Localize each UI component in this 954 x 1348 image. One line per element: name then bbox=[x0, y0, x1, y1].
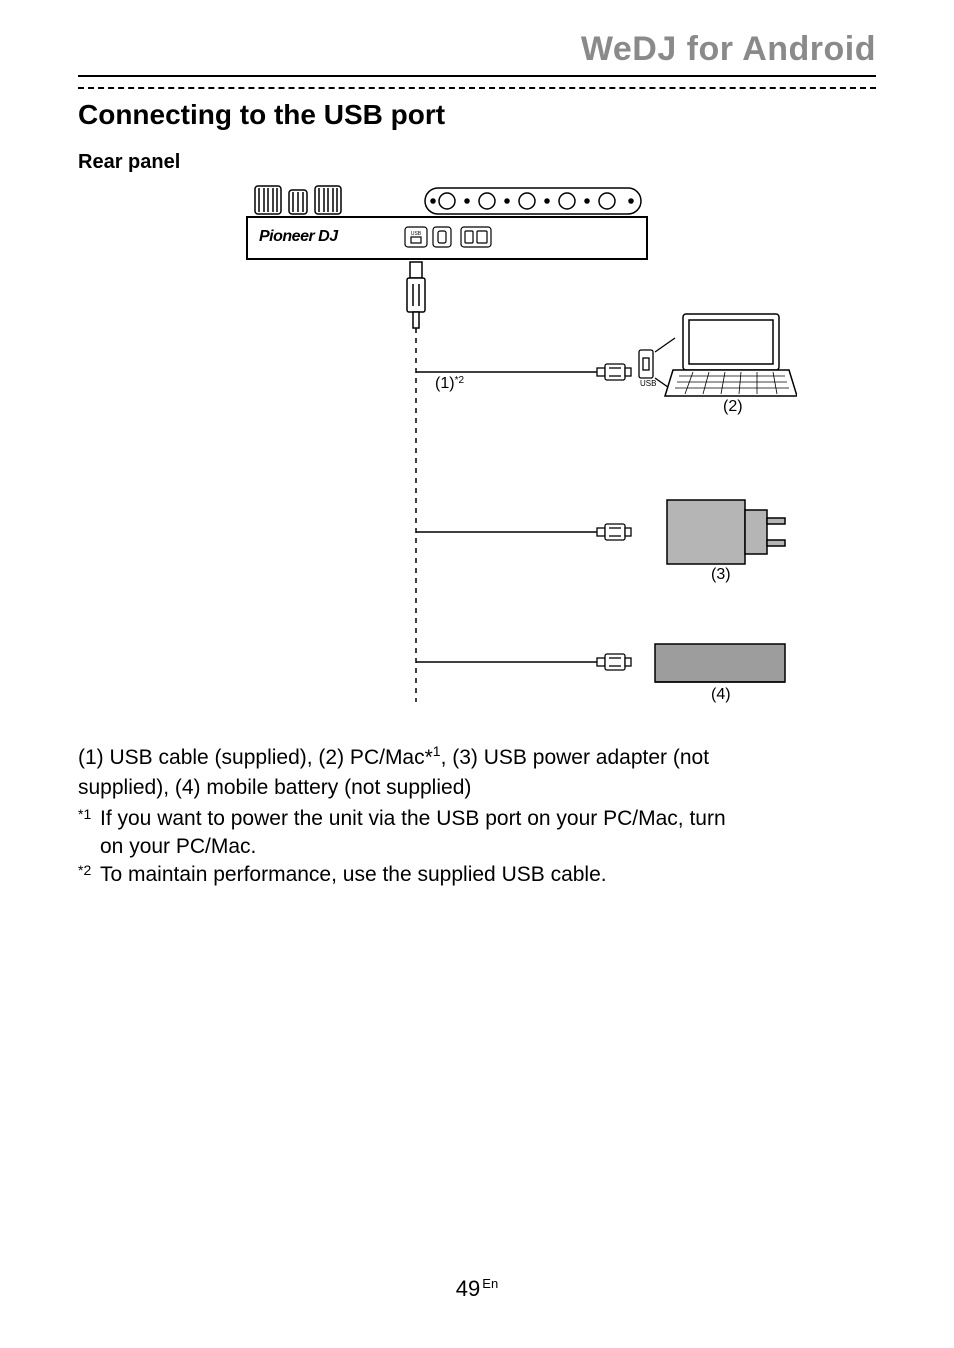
page-footer: 49En bbox=[0, 1276, 954, 1302]
legend-line1-b: , (3) USB power adapter (not bbox=[441, 746, 709, 769]
footnote-1: *1 If you want to power the unit via the… bbox=[78, 805, 876, 862]
legend-line2: supplied), (4) mobile battery (not suppl… bbox=[78, 774, 876, 802]
callout-4: (4) bbox=[711, 686, 731, 704]
legend-block: (1) USB cable (supplied), (2) PC/Mac*1, … bbox=[78, 742, 876, 890]
section-divider-dashed bbox=[78, 87, 876, 89]
callout-3: (3) bbox=[711, 566, 731, 584]
usb-port-label: USB bbox=[640, 379, 656, 388]
callout-2: (2) bbox=[723, 398, 743, 416]
footnote-2: *2 To maintain performance, use the supp… bbox=[78, 861, 876, 889]
callout-1: (1)*2 bbox=[435, 375, 464, 393]
svg-text:USB: USB bbox=[411, 231, 422, 237]
footnote-1-text-a: If you want to power the unit via the US… bbox=[100, 807, 726, 830]
footnote-1-text-b: on your PC/Mac. bbox=[100, 835, 256, 858]
page-number: 49 bbox=[456, 1276, 480, 1301]
callout-1-sup: *2 bbox=[455, 375, 464, 386]
footnote-2-text: To maintain performance, use the supplie… bbox=[100, 861, 876, 889]
connection-diagram: USB bbox=[157, 182, 797, 712]
footnote-2-marker: *2 bbox=[78, 861, 100, 889]
callout-1-text: (1) bbox=[435, 375, 455, 392]
footnote-1-marker: *1 bbox=[78, 805, 100, 862]
header-rule bbox=[78, 75, 876, 77]
legend-line1-sup: 1 bbox=[433, 743, 441, 759]
legend-line1-a: (1) USB cable (supplied), (2) PC/Mac* bbox=[78, 746, 433, 769]
subheading-rear-panel: Rear panel bbox=[78, 151, 876, 174]
page-language: En bbox=[482, 1276, 498, 1291]
brand-label: Pioneer DJ bbox=[259, 228, 338, 246]
section-title: Connecting to the USB port bbox=[78, 99, 876, 131]
diagram-svg: USB bbox=[157, 182, 797, 712]
page: WeDJ for Android Connecting to the USB p… bbox=[0, 0, 954, 1348]
header-title: WeDJ for Android bbox=[78, 30, 876, 69]
